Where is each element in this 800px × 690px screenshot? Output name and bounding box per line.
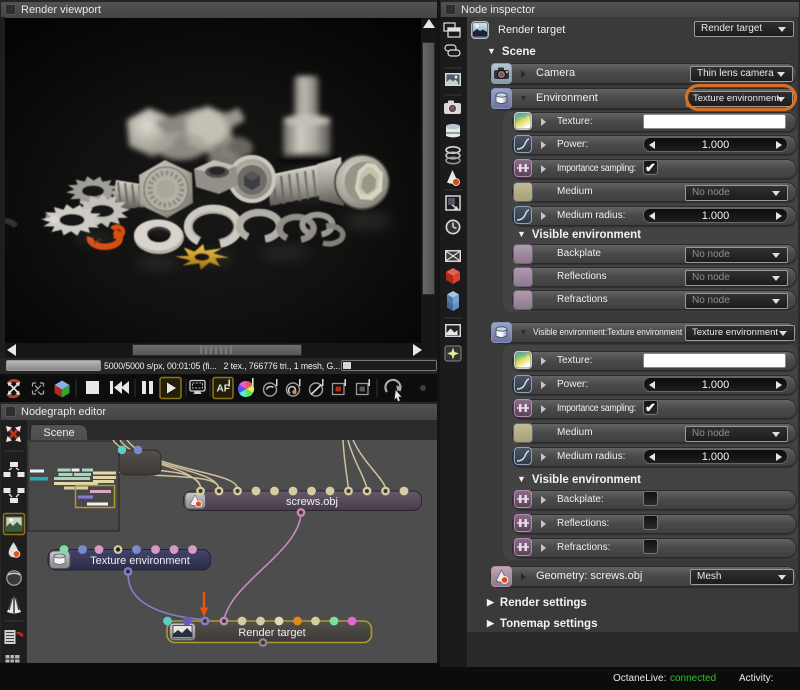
svg-text:screws.obj: screws.obj <box>286 496 338 508</box>
svg-text:Render target: Render target <box>238 627 305 639</box>
svg-text:AF: AF <box>217 384 230 395</box>
svg-text:Texture environment: Texture environment <box>90 555 190 567</box>
